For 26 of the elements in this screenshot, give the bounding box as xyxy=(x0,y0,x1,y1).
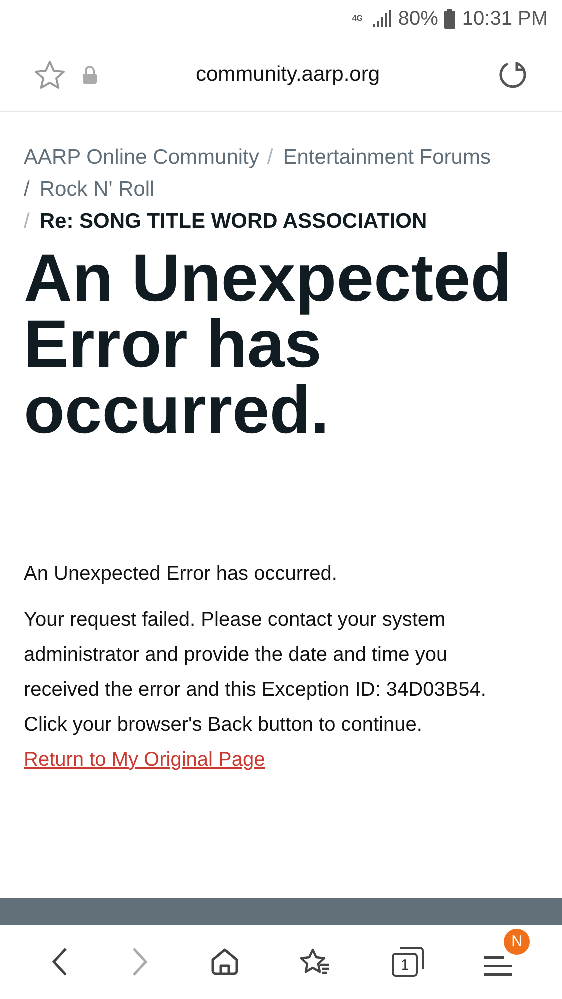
breadcrumb-separator: / xyxy=(24,210,30,233)
star-icon[interactable] xyxy=(34,60,66,90)
return-link[interactable]: Return to My Original Page xyxy=(24,749,266,771)
breadcrumb-link[interactable]: AARP Online Community xyxy=(24,146,260,169)
current-page-title: Re: SONG TITLE WORD ASSOCIATION xyxy=(40,210,428,233)
back-icon[interactable] xyxy=(50,947,70,977)
breadcrumb-separator: / xyxy=(267,146,274,169)
clock: 10:31 PM xyxy=(462,7,548,32)
error-detail: Click your browser's Back button to continue. xyxy=(24,713,424,738)
network-label: 4G xyxy=(352,15,364,23)
error-message: An Unexpected Error has occurred. xyxy=(24,562,338,587)
url-text[interactable]: community.aarp.org xyxy=(196,58,380,90)
breadcrumb-link[interactable]: Entertainment Forums xyxy=(283,146,491,169)
error-detail: Your request failed. Please contact your system administrator and provide the date and time you received the error and this Exception ID: 34D03B54. xyxy=(24,608,488,703)
reload-icon[interactable] xyxy=(498,60,528,90)
breadcrumb-link[interactable]: Rock N' Roll xyxy=(40,178,155,201)
battery-percent: 80% xyxy=(398,7,438,32)
home-icon[interactable] xyxy=(210,947,240,977)
breadcrumb-separator: / xyxy=(24,178,30,201)
page-heading: An Unexpected Error has occurred. xyxy=(24,246,513,444)
battery-icon xyxy=(444,9,456,29)
notification-badge: N xyxy=(504,929,530,955)
bookmarks-icon[interactable] xyxy=(300,947,332,977)
lock-icon xyxy=(82,66,98,84)
signal-icon xyxy=(372,10,392,28)
menu-button[interactable] xyxy=(484,955,512,977)
